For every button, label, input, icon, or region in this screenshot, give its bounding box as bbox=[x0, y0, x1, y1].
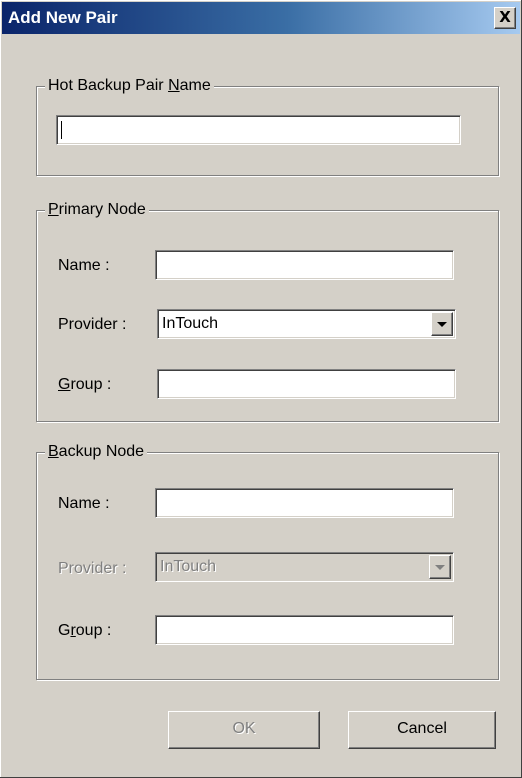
ok-button[interactable]: OK bbox=[168, 711, 320, 749]
title-bar[interactable]: Add New Pair X bbox=[2, 2, 520, 34]
add-new-pair-dialog: Add New Pair X Hot Backup Pair Name Prim… bbox=[0, 0, 522, 778]
backup-name-input[interactable] bbox=[155, 488, 454, 518]
primary-provider-label: Provider : bbox=[58, 316, 127, 333]
close-icon: X bbox=[499, 8, 511, 26]
window-title: Add New Pair bbox=[8, 8, 118, 27]
primary-name-input[interactable] bbox=[155, 250, 454, 280]
close-button[interactable]: X bbox=[494, 7, 516, 29]
backup-node-legend: Backup Node bbox=[45, 441, 148, 463]
backup-name-label: Name : bbox=[58, 495, 110, 512]
primary-provider-select[interactable]: InTouch bbox=[157, 309, 456, 339]
primary-provider-dropdown-button[interactable] bbox=[431, 312, 453, 336]
primary-node-legend: Primary Node bbox=[45, 199, 149, 221]
backup-node-group: Backup Node Name : Provider : InTouch Gr… bbox=[36, 441, 499, 680]
backup-provider-dropdown-button[interactable] bbox=[429, 555, 451, 579]
backup-group-input[interactable] bbox=[155, 615, 454, 645]
cancel-button[interactable]: Cancel bbox=[348, 711, 496, 749]
primary-provider-value: InTouch bbox=[162, 315, 219, 332]
backup-provider-value: InTouch bbox=[160, 558, 217, 575]
chevron-down-icon bbox=[437, 322, 447, 327]
primary-node-group: Primary Node Name : Provider : InTouch G… bbox=[36, 199, 499, 422]
backup-provider-select[interactable]: InTouch bbox=[155, 552, 454, 582]
pair-name-input[interactable] bbox=[56, 115, 461, 145]
pair-name-group: Hot Backup Pair Name bbox=[36, 75, 499, 176]
text-caret bbox=[61, 121, 62, 139]
backup-group-label: Group : bbox=[58, 622, 112, 639]
chevron-down-icon bbox=[435, 565, 445, 570]
backup-provider-label: Provider : bbox=[58, 560, 127, 577]
primary-name-label: Name : bbox=[58, 257, 110, 274]
primary-group-label: Group : bbox=[58, 376, 112, 393]
pair-name-legend: Hot Backup Pair Name bbox=[45, 75, 214, 97]
primary-group-input[interactable] bbox=[157, 369, 456, 399]
